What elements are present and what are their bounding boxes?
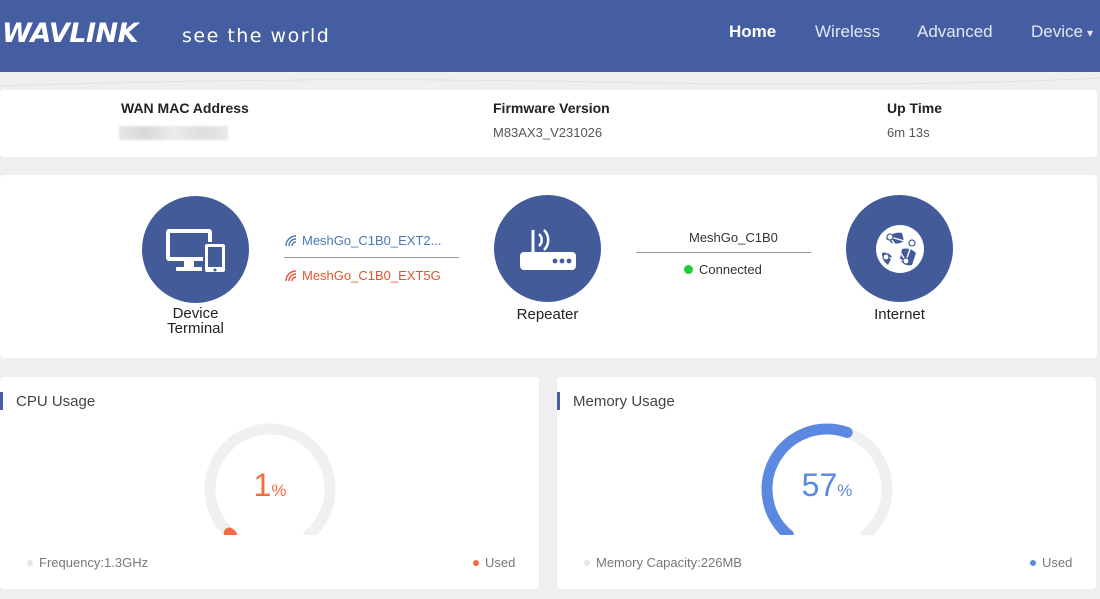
uplink-ssid: MeshGo_C1B0 bbox=[689, 230, 778, 245]
cpu-usage-value: 1% bbox=[197, 467, 343, 504]
wan-mac-value-redacted bbox=[119, 126, 228, 140]
system-info-card: WAN MAC Address Firmware Version M83AX3_… bbox=[0, 90, 1097, 157]
repeater-node[interactable] bbox=[494, 195, 601, 302]
memory-capacity: Memory Capacity:226MB bbox=[584, 555, 742, 570]
repeater-label: Repeater bbox=[516, 306, 579, 323]
uplink-status-label: Connected bbox=[699, 262, 762, 277]
wan-mac-label: WAN MAC Address bbox=[121, 100, 249, 116]
chevron-down-icon: ▾ bbox=[1086, 26, 1093, 40]
devices-icon bbox=[165, 228, 227, 274]
ssid-5g[interactable]: MeshGo_C1B0_EXT5G bbox=[285, 268, 441, 283]
cpu-usage-number: 1 bbox=[253, 467, 272, 503]
ssid-24g[interactable]: MeshGo_C1B0_EXT2... bbox=[285, 233, 441, 248]
memory-capacity-text: Memory Capacity:226MB bbox=[596, 555, 742, 570]
cpu-frequency: Frequency:1.3GHz bbox=[27, 555, 148, 570]
nav-device-label: Device bbox=[1031, 22, 1083, 41]
cpu-usage-card: CPU Usage 1% Frequency:1.3GHz Used bbox=[0, 377, 539, 589]
ssid-5g-label: MeshGo_C1B0_EXT5G bbox=[302, 268, 441, 283]
used-legend-dot-icon bbox=[1030, 559, 1036, 566]
used-legend-dot-icon bbox=[473, 559, 479, 566]
capacity-dot-icon bbox=[584, 559, 590, 566]
title-accent-bar bbox=[557, 392, 560, 410]
link-line-terminal-repeater bbox=[284, 257, 459, 258]
nav-home[interactable]: Home bbox=[729, 22, 776, 42]
cpu-legend: Used bbox=[473, 555, 515, 570]
cpu-usage-unit: % bbox=[271, 481, 287, 500]
connected-status-icon bbox=[684, 265, 693, 274]
brand-tagline: see the world bbox=[182, 25, 331, 47]
nav-advanced[interactable]: Advanced bbox=[917, 22, 993, 42]
frequency-dot-icon bbox=[27, 559, 33, 566]
globe-icon bbox=[875, 224, 924, 273]
memory-usage-unit: % bbox=[837, 481, 853, 500]
memory-usage-value: 57% bbox=[754, 467, 900, 504]
memory-legend-text: Used bbox=[1042, 555, 1073, 570]
cpu-usage-title: CPU Usage bbox=[16, 393, 96, 410]
cpu-gauge-fill bbox=[223, 527, 237, 535]
wifi-signal-icon bbox=[285, 269, 297, 281]
internet-node[interactable] bbox=[846, 195, 953, 302]
memory-legend: Used bbox=[1030, 555, 1072, 570]
nav-wireless[interactable]: Wireless bbox=[815, 22, 880, 42]
device-terminal-label-line2: Terminal bbox=[167, 320, 224, 337]
uptime-label: Up Time bbox=[887, 100, 942, 116]
memory-usage-title: Memory Usage bbox=[573, 393, 675, 410]
uplink-status: Connected bbox=[684, 262, 762, 277]
title-accent-bar bbox=[0, 392, 3, 410]
background-decoration bbox=[0, 77, 1100, 87]
memory-usage-card: Memory Usage 57% Memory Capacity:226MB U… bbox=[557, 377, 1096, 589]
cpu-legend-text: Used bbox=[485, 555, 516, 570]
firmware-value: M83AX3_V231026 bbox=[493, 125, 603, 140]
top-header: WAVLINK see the world Home Wireless Adva… bbox=[0, 0, 1100, 72]
device-terminal-node[interactable] bbox=[142, 196, 249, 303]
memory-usage-number: 57 bbox=[801, 467, 838, 503]
internet-label: Internet bbox=[874, 306, 925, 323]
device-terminal-label-line1: Device bbox=[172, 305, 219, 322]
network-topology-card: Device Terminal MeshGo_C1B0_EXT2... Mesh… bbox=[0, 175, 1097, 358]
wifi-signal-icon bbox=[285, 234, 297, 246]
firmware-label: Firmware Version bbox=[493, 100, 610, 116]
router-icon bbox=[519, 228, 576, 270]
link-line-repeater-internet bbox=[636, 252, 811, 253]
nav-device[interactable]: Device ▾ bbox=[1031, 22, 1093, 42]
brand-name: WAVLINK bbox=[2, 18, 139, 49]
cpu-frequency-text: Frequency:1.3GHz bbox=[39, 555, 149, 570]
device-terminal-label: Device Terminal bbox=[142, 306, 249, 336]
ssid-24g-label: MeshGo_C1B0_EXT2... bbox=[302, 233, 442, 248]
uptime-value: 6m 13s bbox=[887, 125, 930, 140]
